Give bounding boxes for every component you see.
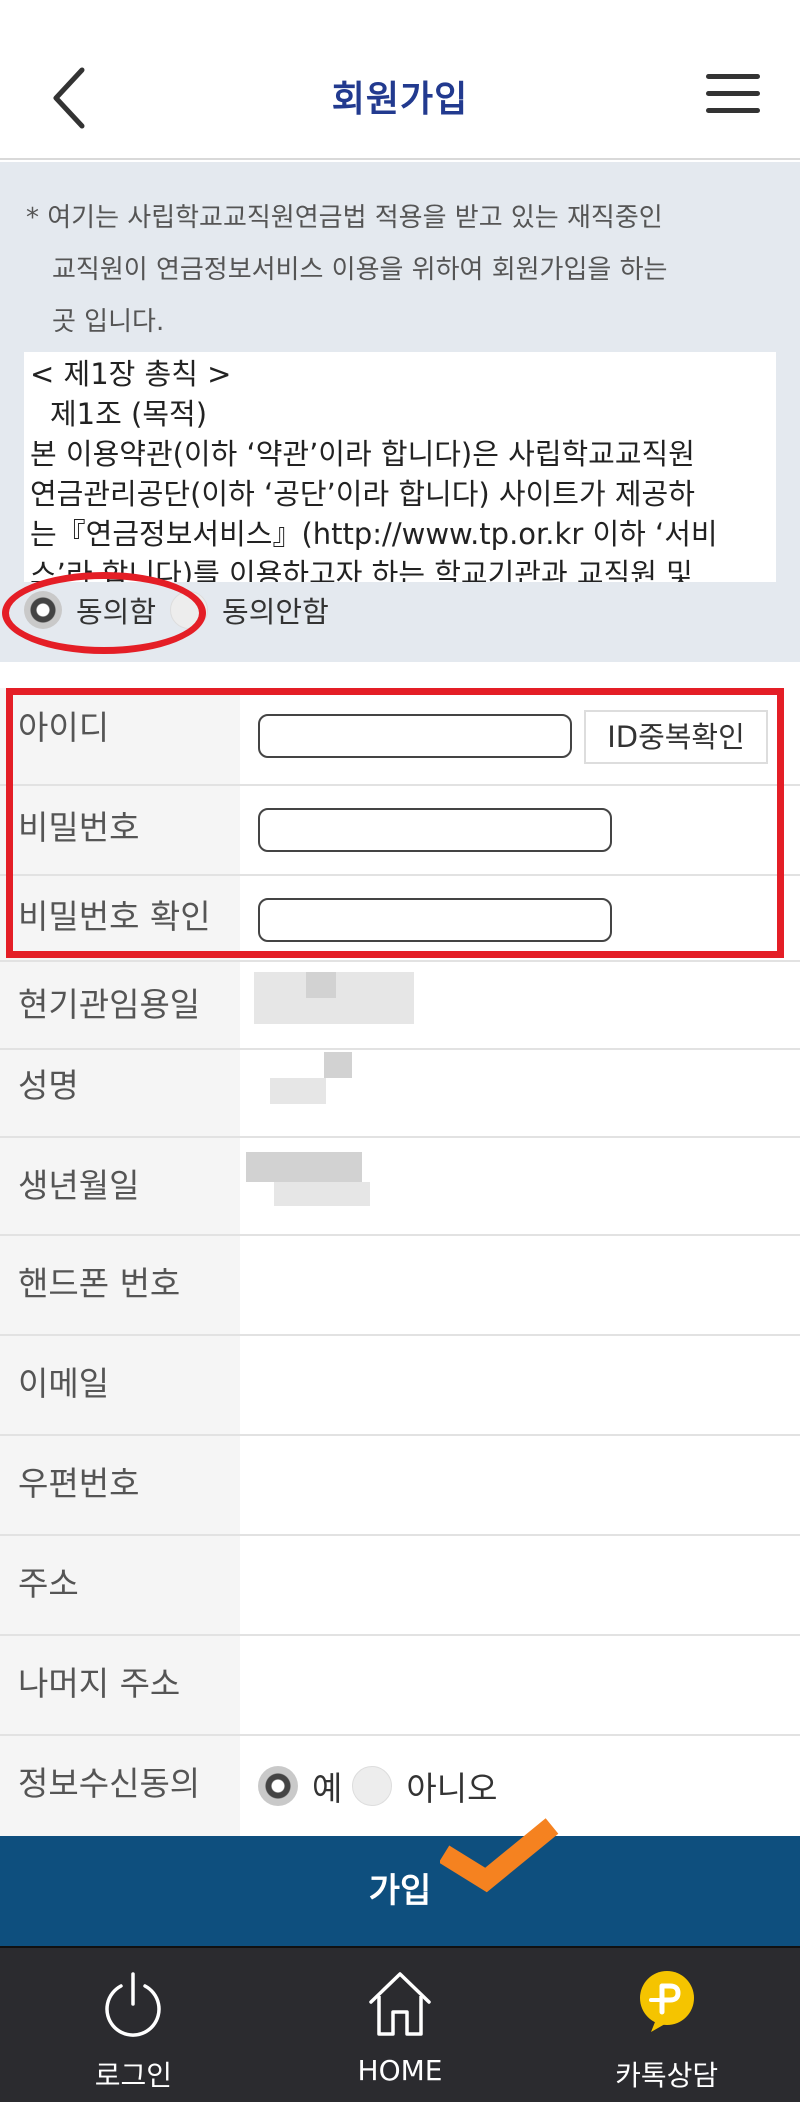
nav-login[interactable]: 로그인 — [0, 1948, 267, 2102]
phone-row: 핸드폰 번호 — [0, 1236, 800, 1336]
terms-line: < 제1장 총칙 > — [30, 357, 232, 391]
notice-line: 곳 입니다. — [52, 307, 165, 337]
disagree-label[interactable]: 동의안함 — [222, 589, 329, 631]
notice-line: * 여기는 사립학교교직원연금법 적용을 받고 있는 재직중인 — [26, 203, 663, 233]
birth-row: 생년월일 — [0, 1138, 800, 1236]
hire-date-row: 현기관임용일 — [0, 962, 800, 1050]
highlight-rect-annotation — [6, 688, 784, 958]
address-rest-row: 나머지 주소 — [0, 1636, 800, 1736]
redacted-value — [324, 1052, 352, 1078]
phone-label: 핸드폰 번호 — [0, 1236, 240, 1334]
name-value — [240, 1050, 800, 1136]
nav-home[interactable]: HOME — [267, 1948, 534, 2102]
info-yes-label[interactable]: 예 — [312, 1762, 342, 1810]
address-rest-label: 나머지 주소 — [0, 1636, 240, 1734]
address-row: 주소 — [0, 1536, 800, 1636]
terms-scroll-box[interactable]: < 제1장 총칙 > 제1조 (목적) 본 이용약관(이하 ‘약관’이라 합니다… — [24, 352, 776, 582]
nav-home-label: HOME — [357, 2054, 443, 2087]
phone-value — [240, 1236, 800, 1334]
zip-value — [240, 1436, 800, 1534]
redacted-value — [246, 1152, 362, 1182]
redacted-value — [306, 972, 336, 998]
power-icon — [105, 1972, 162, 2037]
redacted-value — [274, 1182, 370, 1206]
email-value — [240, 1336, 800, 1434]
redacted-value — [270, 1078, 326, 1104]
highlight-oval-annotation — [2, 572, 206, 654]
info-no-label[interactable]: 아니오 — [406, 1762, 497, 1810]
nav-login-label: 로그인 — [94, 2059, 172, 2092]
name-row: 성명 — [0, 1050, 800, 1138]
info-yes-radio[interactable] — [258, 1766, 298, 1806]
terms-line: 제1조 (목적) — [50, 397, 208, 431]
info-consent-row: 정보수신동의 예 아니오 — [0, 1736, 800, 1836]
terms-line: 연금관리공단(이하 ‘공단’이라 합니다) 사이트가 제공하 — [30, 477, 695, 511]
email-label: 이메일 — [0, 1336, 240, 1434]
kakao-plus-icon — [639, 1971, 694, 2032]
info-no-radio[interactable] — [352, 1766, 393, 1806]
page-title: 회원가입 — [331, 79, 469, 120]
address-label: 주소 — [0, 1536, 240, 1634]
zip-label: 우편번호 — [0, 1436, 240, 1534]
address-rest-value — [240, 1636, 800, 1734]
notice-line: 교직원이 연금정보서비스 이용을 위하여 회원가입을 하는 — [52, 255, 668, 285]
hire-date-value — [240, 962, 800, 1048]
bottom-navigation: 로그인 HOME 카톡상담 — [0, 1946, 800, 2102]
email-row: 이메일 — [0, 1336, 800, 1436]
hamburger-menu-icon[interactable] — [706, 74, 760, 118]
birth-label: 생년월일 — [0, 1138, 240, 1234]
hire-date-label: 현기관임용일 — [0, 962, 240, 1048]
address-value — [240, 1536, 800, 1634]
terms-line: 본 이용약관(이하 ‘약관’이라 합니다)은 사립학교교직원 — [30, 437, 695, 471]
app-header: 회원가입 — [0, 0, 800, 160]
zip-row: 우편번호 — [0, 1436, 800, 1536]
birth-value — [240, 1138, 800, 1234]
info-consent-label: 정보수신동의 — [0, 1736, 240, 1836]
notice-text: * 여기는 사립학교교직원연금법 적용을 받고 있는 재직중인 교직원이 연금정… — [26, 192, 776, 348]
join-button[interactable]: 가입 — [0, 1836, 800, 1946]
name-label: 성명 — [0, 1050, 240, 1136]
terms-line: 는『연금정보서비스』(http://www.tp.or.kr 이하 ‘서비 — [30, 517, 718, 551]
nav-kakao-chat[interactable]: 카톡상담 — [533, 1948, 800, 2102]
home-icon — [369, 1972, 431, 2036]
checkmark-annotation-icon — [440, 1818, 559, 1893]
nav-kakao-label: 카톡상담 — [615, 2059, 719, 2092]
